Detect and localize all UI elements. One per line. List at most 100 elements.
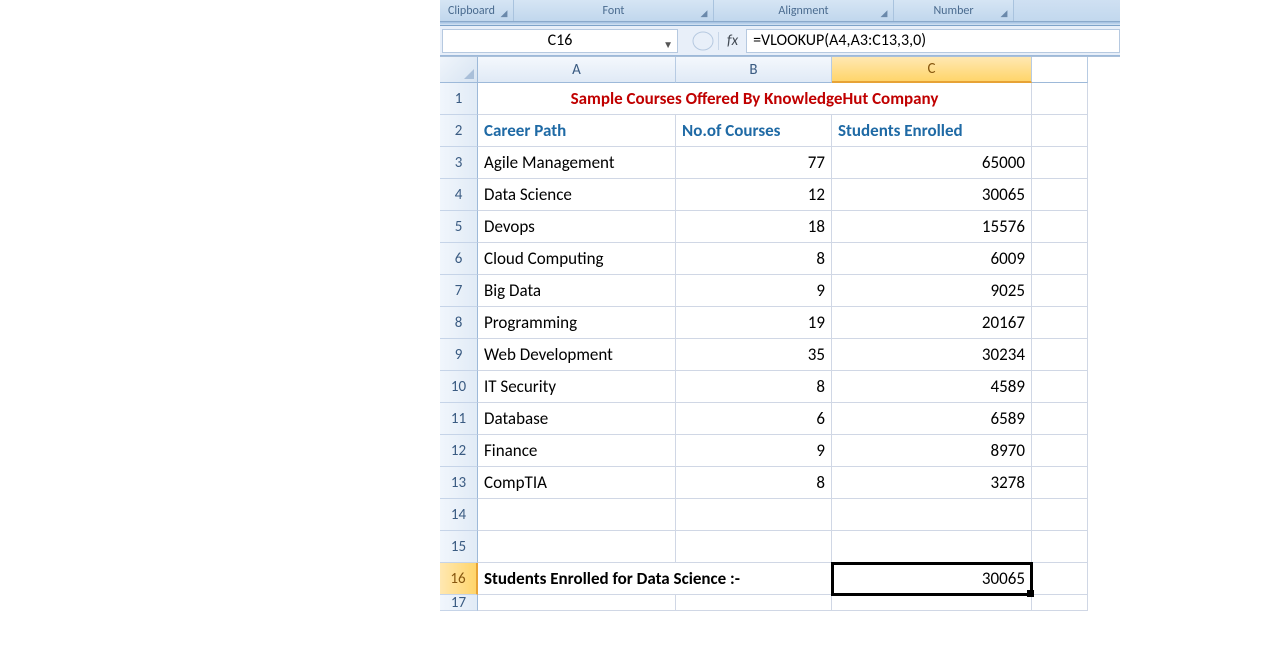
row-header[interactable]: 16 — [440, 563, 478, 595]
cell[interactable]: 77 — [676, 147, 832, 179]
cell[interactable]: 9025 — [832, 275, 1032, 307]
cell[interactable] — [832, 531, 1032, 563]
header-career-path[interactable]: Career Path — [478, 115, 676, 147]
cell[interactable]: 6589 — [832, 403, 1032, 435]
row-header[interactable]: 3 — [440, 147, 478, 179]
column-header-b[interactable]: B — [676, 57, 832, 83]
cell[interactable] — [1032, 211, 1088, 243]
cell[interactable]: 30065 — [832, 179, 1032, 211]
cell[interactable]: 8 — [676, 243, 832, 275]
column-header-a[interactable]: A — [478, 57, 676, 83]
row-header[interactable]: 2 — [440, 115, 478, 147]
cell[interactable] — [676, 499, 832, 531]
header-students[interactable]: Students Enrolled — [832, 115, 1032, 147]
cell[interactable]: 20167 — [832, 307, 1032, 339]
result-label-cell[interactable]: Students Enrolled for Data Science :- — [478, 563, 832, 595]
cell[interactable] — [1032, 531, 1088, 563]
row-header[interactable]: 10 — [440, 371, 478, 403]
formula-input[interactable] — [746, 29, 1120, 53]
cell[interactable] — [478, 595, 676, 611]
cell[interactable]: IT Security — [478, 371, 676, 403]
cell[interactable]: 65000 — [832, 147, 1032, 179]
cell[interactable]: 8970 — [832, 435, 1032, 467]
cell[interactable] — [1032, 499, 1088, 531]
cell[interactable]: 19 — [676, 307, 832, 339]
row-header[interactable]: 8 — [440, 307, 478, 339]
row-header[interactable]: 14 — [440, 499, 478, 531]
fx-icon[interactable]: fx — [718, 32, 746, 50]
ribbon-group-clipboard[interactable]: Clipboard ◢ — [440, 0, 514, 21]
cell[interactable]: Database — [478, 403, 676, 435]
cell[interactable] — [1032, 467, 1088, 499]
cell[interactable]: 35 — [676, 339, 832, 371]
cell[interactable] — [832, 595, 1032, 611]
column-header-c[interactable]: C — [832, 57, 1032, 83]
cell[interactable]: 12 — [676, 179, 832, 211]
cell[interactable]: CompTIA — [478, 467, 676, 499]
cell[interactable] — [1032, 179, 1088, 211]
cell[interactable] — [1032, 147, 1088, 179]
row-header[interactable]: 17 — [440, 595, 478, 611]
cell[interactable] — [1032, 371, 1088, 403]
spreadsheet-grid[interactable]: A B C 1 Sample Courses Offered By Knowle… — [440, 56, 1120, 611]
cell[interactable]: 3278 — [832, 467, 1032, 499]
row-header[interactable]: 7 — [440, 275, 478, 307]
ribbon-group-font[interactable]: Font ◢ — [514, 0, 714, 21]
cell[interactable]: Web Development — [478, 339, 676, 371]
cell[interactable]: 8 — [676, 371, 832, 403]
cell[interactable]: Big Data — [478, 275, 676, 307]
cell[interactable] — [1032, 403, 1088, 435]
cell[interactable] — [676, 595, 832, 611]
dialog-launcher-icon[interactable]: ◢ — [698, 7, 710, 19]
cell[interactable]: 9 — [676, 275, 832, 307]
cell[interactable]: Programming — [478, 307, 676, 339]
cell[interactable]: Data Science — [478, 179, 676, 211]
name-box[interactable]: C16 ▼ — [442, 29, 678, 53]
select-all-corner[interactable] — [440, 57, 478, 83]
cell[interactable]: 6009 — [832, 243, 1032, 275]
cell[interactable] — [1032, 339, 1088, 371]
cell[interactable] — [1032, 83, 1088, 115]
dialog-launcher-icon[interactable]: ◢ — [878, 7, 890, 19]
header-no-courses[interactable]: No.of Courses — [676, 115, 832, 147]
cell[interactable] — [1032, 243, 1088, 275]
cell[interactable] — [676, 531, 832, 563]
cell[interactable] — [1032, 435, 1088, 467]
row-header[interactable]: 13 — [440, 467, 478, 499]
cell[interactable]: Devops — [478, 211, 676, 243]
cell[interactable]: Agile Management — [478, 147, 676, 179]
active-cell[interactable]: 30065 — [832, 563, 1032, 595]
dialog-launcher-icon[interactable]: ◢ — [498, 7, 510, 19]
cell[interactable] — [1032, 595, 1088, 611]
row-header[interactable]: 15 — [440, 531, 478, 563]
row-header[interactable]: 4 — [440, 179, 478, 211]
row-header[interactable]: 1 — [440, 83, 478, 115]
row-header[interactable]: 5 — [440, 211, 478, 243]
cell[interactable] — [1032, 275, 1088, 307]
cell[interactable]: Finance — [478, 435, 676, 467]
cell[interactable]: 6 — [676, 403, 832, 435]
cell[interactable]: 30234 — [832, 339, 1032, 371]
cell[interactable] — [1032, 563, 1088, 595]
cell[interactable]: 15576 — [832, 211, 1032, 243]
cell[interactable]: 8 — [676, 467, 832, 499]
column-header-extra[interactable] — [1032, 57, 1088, 83]
cell[interactable] — [478, 531, 676, 563]
row-header[interactable]: 12 — [440, 435, 478, 467]
title-cell[interactable]: Sample Courses Offered By KnowledgeHut C… — [478, 83, 1032, 115]
cell[interactable] — [832, 499, 1032, 531]
cell[interactable]: Cloud Computing — [478, 243, 676, 275]
cell[interactable]: 18 — [676, 211, 832, 243]
row-header[interactable]: 9 — [440, 339, 478, 371]
row-header[interactable]: 6 — [440, 243, 478, 275]
cell[interactable]: 4589 — [832, 371, 1032, 403]
row-header[interactable]: 11 — [440, 403, 478, 435]
chevron-down-icon[interactable]: ▼ — [663, 34, 673, 56]
cell[interactable]: 9 — [676, 435, 832, 467]
cell[interactable] — [1032, 307, 1088, 339]
cell[interactable] — [478, 499, 676, 531]
dialog-launcher-icon[interactable]: ◢ — [998, 7, 1010, 19]
cell[interactable] — [1032, 115, 1088, 147]
ribbon-group-alignment[interactable]: Alignment ◢ — [714, 0, 894, 21]
ribbon-group-number[interactable]: Number ◢ — [894, 0, 1014, 21]
